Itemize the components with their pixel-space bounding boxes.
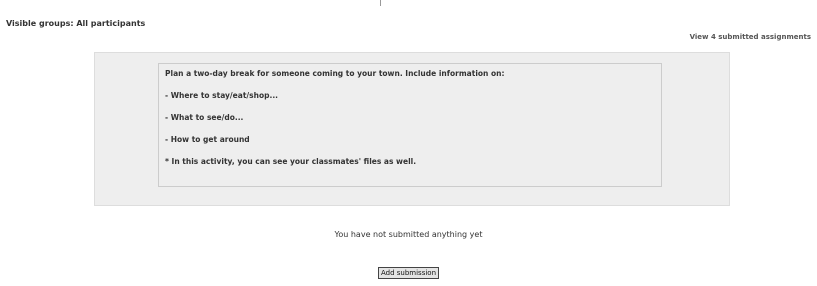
divider — [380, 0, 381, 6]
submission-status: You have not submitted anything yet — [334, 230, 483, 239]
intro-line: - How to get around — [165, 135, 250, 144]
intro-box: Plan a two-day break for someone coming … — [94, 52, 730, 206]
assignment-page: Visible groups: All participants View 4 … — [0, 0, 817, 286]
intro-content: Plan a two-day break for someone coming … — [158, 63, 662, 187]
intro-line: - Where to stay/eat/shop... — [165, 91, 279, 100]
view-submitted-assignments-link[interactable]: View 4 submitted assignments — [690, 33, 811, 41]
intro-line: Plan a two-day break for someone coming … — [165, 69, 505, 78]
intro-line: - What to see/do... — [165, 113, 244, 122]
intro-line: * In this activity, you can see your cla… — [165, 157, 417, 166]
add-submission-container: Add submission — [0, 260, 817, 279]
add-submission-button[interactable]: Add submission — [377, 267, 440, 279]
visible-groups-label: Visible groups: All participants — [6, 19, 146, 28]
